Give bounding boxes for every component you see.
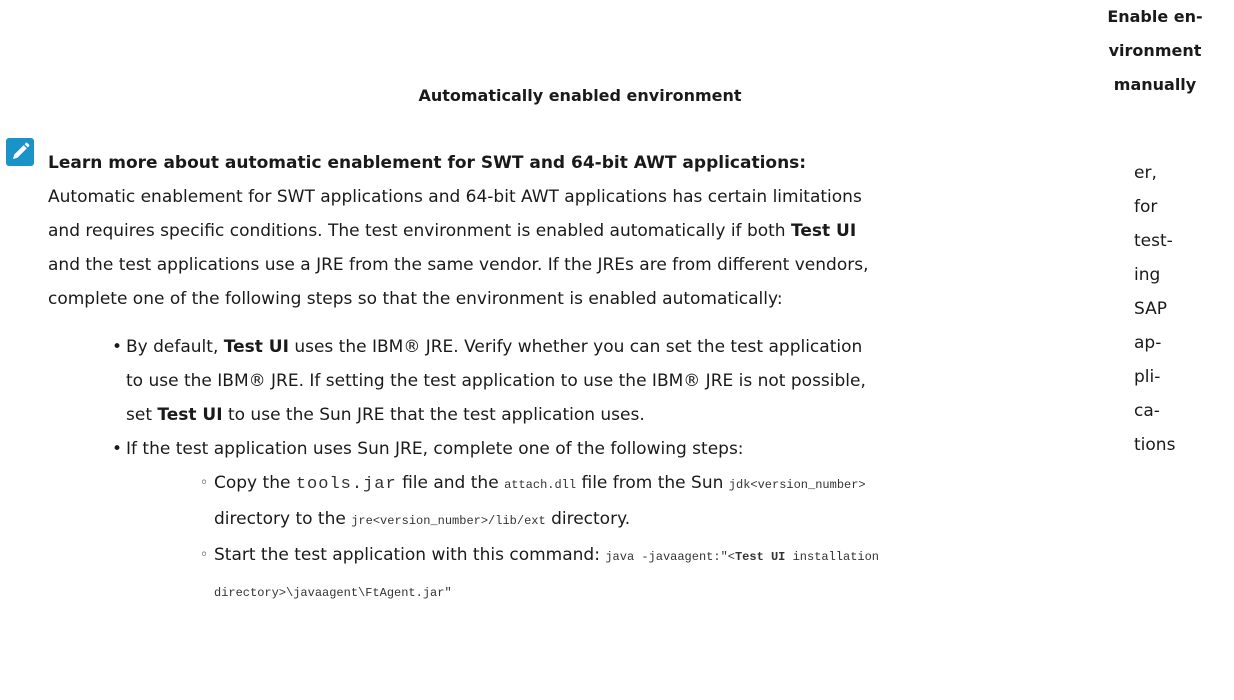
item-text: file from the Sun <box>576 473 729 493</box>
sub-list-item: Start the test application with this com… <box>200 538 882 610</box>
sub-steps-list: Copy the tools.jar file and the attach.d… <box>126 466 882 610</box>
column-line: ap- <box>1134 333 1162 353</box>
item-text: Start the test application with this com… <box>214 545 606 565</box>
column-line: test- <box>1134 231 1173 251</box>
steps-list: By default, Test UI uses the IBM® JRE. V… <box>48 330 882 610</box>
product-name: Test UI <box>157 405 223 425</box>
column-line: for <box>1134 197 1158 217</box>
code-filename: attach.dll <box>504 478 577 492</box>
note-body: Learn more about automatic enablement fo… <box>48 146 882 610</box>
code-path: jdk<version_number> <box>728 478 866 492</box>
command-part-bold: Test UI <box>734 550 786 564</box>
command-part: java -javaagent:"< <box>605 550 735 564</box>
right-column-text: er, for test- ing SAP ap- pli- ca- tions <box>1134 156 1214 462</box>
item-text: to use the Sun JRE that the test applica… <box>222 405 645 425</box>
column-line: pli- <box>1134 367 1161 387</box>
list-item: If the test application uses Sun JRE, co… <box>112 432 882 610</box>
item-text: If the test application uses Sun JRE, co… <box>126 439 744 459</box>
sub-list-item: Copy the tools.jar file and the attach.d… <box>200 466 882 538</box>
product-name: Test UI <box>790 221 857 241</box>
column-line: tions <box>1134 435 1176 455</box>
note-paragraph: Learn more about automatic enablement fo… <box>48 146 882 316</box>
header-line: vironment <box>1108 41 1202 60</box>
note-text: Automatic enablement for SWT application… <box>48 187 862 241</box>
product-name: Test UI <box>223 337 289 357</box>
header-line: manually <box>1113 75 1197 94</box>
note-text: and the test applications use a JRE from… <box>48 255 869 309</box>
item-text: Copy the <box>214 473 296 493</box>
column-line: er, <box>1134 163 1157 183</box>
column-header-auto: Automatically enabled environment <box>418 86 742 105</box>
item-text: file and the <box>396 473 505 493</box>
item-text: directory. <box>545 509 631 529</box>
item-text: By default, <box>126 337 224 357</box>
header-line: Enable en- <box>1107 7 1203 26</box>
note-title: Learn more about automatic enablement fo… <box>48 153 807 173</box>
list-item: By default, Test UI uses the IBM® JRE. V… <box>112 330 882 432</box>
column-header-manual: Enable en- vironment manually <box>1090 0 1220 102</box>
item-text: directory to the <box>214 509 352 529</box>
pencil-icon <box>6 138 34 166</box>
column-line: ing <box>1134 265 1161 285</box>
column-line: ca- <box>1134 401 1160 421</box>
column-line: SAP <box>1134 299 1167 319</box>
code-filename: tools.jar <box>295 475 397 494</box>
code-path: jre<version_number>/lib/ext <box>351 514 546 528</box>
